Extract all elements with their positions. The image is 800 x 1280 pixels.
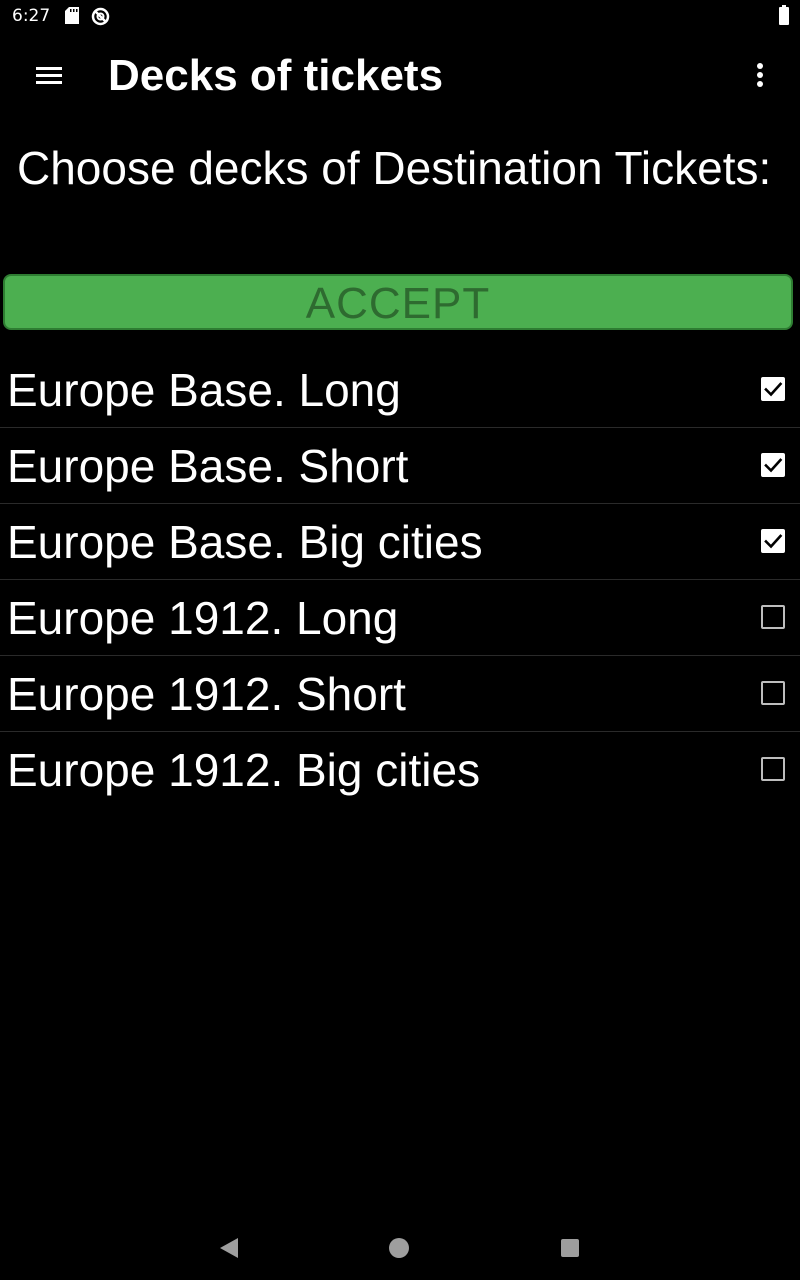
deck-item-europe-1912-long[interactable]: Europe 1912. Long: [0, 580, 800, 656]
instruction-text: Choose decks of Destination Tickets:: [17, 142, 772, 194]
sync-disabled-icon: [91, 7, 110, 26]
recents-icon[interactable]: [560, 1238, 580, 1258]
deck-label: Europe 1912. Big cities: [7, 744, 481, 796]
deck-label: Europe Base. Big cities: [7, 516, 483, 568]
deck-checkbox[interactable]: [761, 681, 785, 705]
page-title: Decks of tickets: [108, 51, 444, 100]
deck-checkbox[interactable]: [761, 377, 785, 401]
hamburger-menu-icon[interactable]: [22, 52, 76, 100]
screen: 6:27 Decks of tickets Choose decks of De…: [0, 0, 800, 1280]
deck-label: Europe 1912. Long: [7, 592, 399, 644]
deck-checkbox[interactable]: [761, 529, 785, 553]
deck-item-europe-base-long[interactable]: Europe Base. Long: [0, 352, 800, 428]
deck-item-europe-base-big-cities[interactable]: Europe Base. Big cities: [0, 504, 800, 580]
status-bar: 6:27: [0, 0, 800, 32]
deck-checkbox[interactable]: [761, 453, 785, 477]
deck-list: Europe Base. Long Europe Base. Short Eur…: [0, 352, 800, 807]
check-icon: [764, 534, 783, 549]
deck-item-europe-1912-short[interactable]: Europe 1912. Short: [0, 656, 800, 732]
deck-checkbox[interactable]: [761, 605, 785, 629]
home-icon[interactable]: [388, 1237, 410, 1259]
deck-label: Europe Base. Long: [7, 364, 401, 416]
sd-card-icon: [65, 7, 79, 24]
battery-icon: [779, 5, 789, 25]
check-icon: [764, 382, 783, 397]
app-bar: Decks of tickets: [0, 32, 800, 120]
deck-label: Europe Base. Short: [7, 440, 409, 492]
navigation-bar: [0, 1216, 800, 1280]
accept-button[interactable]: ACCEPT: [3, 274, 793, 330]
deck-item-europe-base-short[interactable]: Europe Base. Short: [0, 428, 800, 504]
deck-checkbox[interactable]: [761, 757, 785, 781]
back-icon[interactable]: [218, 1236, 240, 1260]
check-icon: [764, 458, 783, 473]
deck-label: Europe 1912. Short: [7, 668, 406, 720]
deck-item-europe-1912-big-cities[interactable]: Europe 1912. Big cities: [0, 732, 800, 807]
status-time: 6:27: [12, 6, 51, 26]
more-vert-icon[interactable]: [740, 52, 780, 100]
